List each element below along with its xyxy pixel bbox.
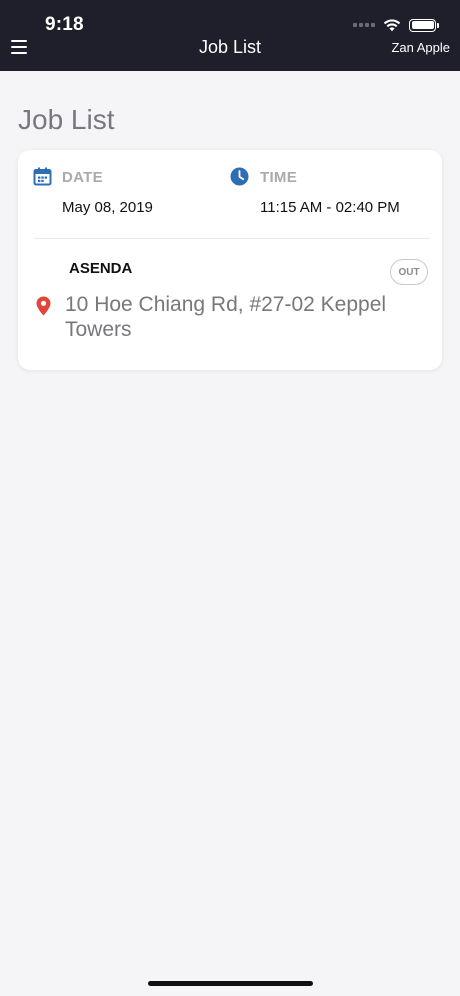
status-badge: OUT [390,259,428,285]
job-card[interactable]: DATE May 08, 2019 TIME 11:15 AM - 02:40 … [18,150,442,370]
wifi-icon [383,19,401,32]
calendar-icon [33,167,52,186]
status-bar-time: 9:18 [45,14,84,35]
date-label: DATE [62,169,103,186]
company-name: ASENDA [69,260,133,277]
user-name[interactable]: Zan Apple [391,40,450,55]
card-divider [34,238,430,239]
home-indicator[interactable] [148,981,313,986]
status-bar-icons [353,16,439,34]
job-address: 10 Hoe Chiang Rd, #27-02 Keppel Towers [65,293,387,341]
cellular-signal-icon [353,23,375,27]
time-value: 11:15 AM - 02:40 PM [260,199,400,216]
date-value: May 08, 2019 [62,199,153,216]
time-label: TIME [260,169,298,186]
battery-icon [409,18,439,32]
map-pin-icon [36,296,51,316]
clock-icon [230,167,249,186]
top-navigation-bar: 9:18 Job List Zan Apple [0,0,460,71]
page-title: Job List [18,104,115,135]
